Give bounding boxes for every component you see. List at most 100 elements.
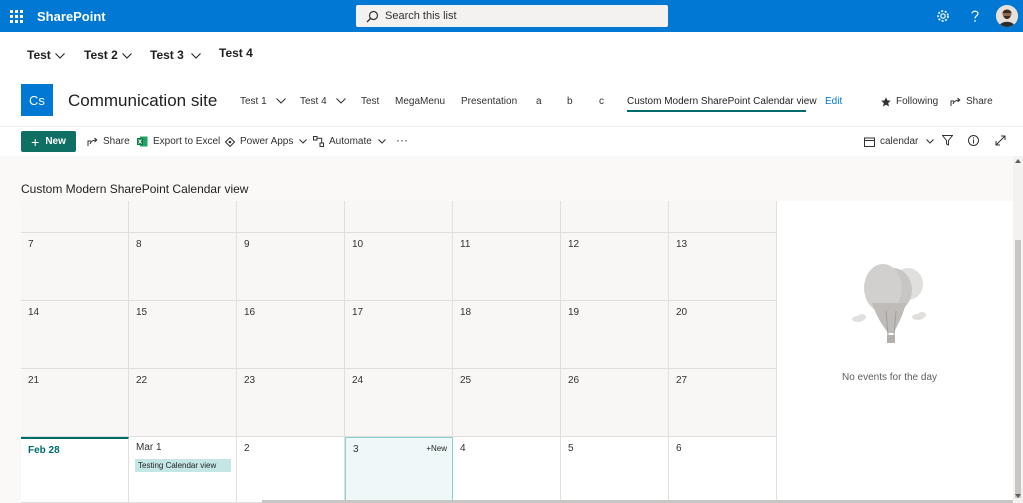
vertical-scrollbar[interactable] xyxy=(1013,156,1023,503)
site-title[interactable]: Communication site xyxy=(68,91,217,111)
calendar-day-cell[interactable]: 21 xyxy=(21,369,129,437)
calendar-day-cell[interactable]: 15 xyxy=(129,301,237,369)
new-event-label: New xyxy=(430,444,447,453)
brand-name[interactable]: SharePoint xyxy=(37,9,106,24)
site-nav-item-a[interactable]: a xyxy=(536,96,542,107)
calendar-day-cell-selected[interactable]: 3 +New xyxy=(345,437,453,503)
calendar-day-cell[interactable]: 27 xyxy=(669,369,777,437)
site-nav-item-test[interactable]: Test xyxy=(361,96,379,107)
calendar-day-cell[interactable]: 26 xyxy=(561,369,669,437)
calendar-week-row: Feb 28 Mar 1 Testing Calendar view 2 3 +… xyxy=(21,437,777,503)
calendar-day-cell[interactable]: 5 xyxy=(561,437,669,503)
site-logo[interactable]: Cs xyxy=(21,84,53,116)
view-title: Custom Modern SharePoint Calendar view xyxy=(21,182,249,196)
plus-icon: + xyxy=(31,133,40,150)
calendar-day-cell[interactable]: 14 xyxy=(21,301,129,369)
calendar-event[interactable]: Testing Calendar view xyxy=(135,459,231,472)
calendar-day-cell[interactable]: 25 xyxy=(453,369,561,437)
calendar-day-cell[interactable]: 7 xyxy=(21,233,129,301)
following-button[interactable]: Following xyxy=(881,96,938,107)
scroll-down-icon[interactable] xyxy=(1015,494,1021,498)
day-number: Mar 1 xyxy=(136,442,162,453)
new-event-button[interactable]: +New xyxy=(426,444,447,453)
scroll-up-icon[interactable] xyxy=(1015,159,1021,163)
day-number: 24 xyxy=(352,375,364,386)
share-icon xyxy=(950,97,961,107)
calendar-day-cell[interactable]: 12 xyxy=(561,233,669,301)
calendar-day-cell[interactable]: 9 xyxy=(237,233,345,301)
new-item-button[interactable]: + New xyxy=(21,131,76,152)
hot-air-balloon-illustration xyxy=(850,263,930,350)
site-nav-item-test-1[interactable]: Test 1 xyxy=(240,96,286,107)
calendar-day-cell[interactable]: 8 xyxy=(129,233,237,301)
calendar-day-cell[interactable] xyxy=(237,201,345,233)
calendar-day-cell[interactable] xyxy=(453,201,561,233)
scrollbar-thumb[interactable] xyxy=(1015,240,1021,498)
site-nav-item-presentation[interactable]: Presentation xyxy=(461,96,517,107)
day-number: 26 xyxy=(568,375,580,386)
calendar-day-cell[interactable] xyxy=(345,201,453,233)
filter-icon[interactable] xyxy=(942,135,953,146)
search-input[interactable] xyxy=(385,10,655,22)
calendar-day-cell[interactable]: 4 xyxy=(453,437,561,503)
hub-nav-item-test-3[interactable]: Test 3 xyxy=(150,48,201,62)
day-number: 7 xyxy=(28,239,34,250)
calendar-day-cell[interactable]: 18 xyxy=(453,301,561,369)
excel-icon xyxy=(137,136,148,147)
day-number: 16 xyxy=(244,307,256,318)
calendar-day-cell[interactable]: 16 xyxy=(237,301,345,369)
day-number: 17 xyxy=(352,307,364,318)
calendar-day-cell[interactable] xyxy=(561,201,669,233)
help-icon[interactable] xyxy=(967,8,983,24)
search-box[interactable] xyxy=(356,5,668,27)
hub-nav-item-test[interactable]: Test xyxy=(27,48,65,62)
export-to-excel-button[interactable]: Export to Excel xyxy=(137,136,220,147)
no-events-message: No events for the day xyxy=(841,372,938,383)
day-number: 23 xyxy=(244,375,256,386)
calendar-day-cell[interactable] xyxy=(669,201,777,233)
settings-gear-icon[interactable] xyxy=(935,8,951,24)
more-options-icon[interactable]: ··· xyxy=(396,133,408,147)
share-list-button[interactable]: Share xyxy=(87,136,130,147)
day-number: 3 xyxy=(353,444,359,455)
calendar-day-cell[interactable]: 23 xyxy=(237,369,345,437)
calendar-day-cell[interactable] xyxy=(129,201,237,233)
calendar-day-cell[interactable]: 22 xyxy=(129,369,237,437)
chevron-down-icon xyxy=(926,136,935,147)
site-nav-item-b[interactable]: b xyxy=(567,96,573,107)
calendar-day-cell[interactable]: 6 xyxy=(669,437,777,503)
calendar-day-cell[interactable] xyxy=(21,201,129,233)
chevron-down-icon xyxy=(275,96,286,107)
site-nav-item-c[interactable]: c xyxy=(599,96,604,107)
calendar-day-cell[interactable]: 20 xyxy=(669,301,777,369)
hub-nav-item-test-4[interactable]: Test 4 xyxy=(219,46,253,60)
calendar-day-cell[interactable]: Mar 1 Testing Calendar view xyxy=(129,437,237,503)
power-apps-menu[interactable]: Power Apps xyxy=(225,136,308,147)
calendar-day-cell[interactable]: 19 xyxy=(561,301,669,369)
user-avatar[interactable] xyxy=(996,5,1018,27)
share-site-button[interactable]: Share xyxy=(950,96,993,107)
calendar-day-cell[interactable]: 17 xyxy=(345,301,453,369)
calendar-day-cell[interactable]: 11 xyxy=(453,233,561,301)
app-launcher-icon[interactable] xyxy=(6,4,26,28)
hub-nav-item-test-2[interactable]: Test 2 xyxy=(84,48,132,62)
share-icon xyxy=(87,137,98,147)
calendar-day-cell[interactable]: 2 xyxy=(237,437,345,503)
view-switcher[interactable]: calendar xyxy=(864,136,935,147)
calendar-day-cell[interactable]: 24 xyxy=(345,369,453,437)
share-label: Share xyxy=(103,136,130,147)
automate-menu[interactable]: Automate xyxy=(313,136,386,147)
calendar-day-cell[interactable]: Feb 28 xyxy=(21,437,129,503)
day-number: 5 xyxy=(568,443,574,454)
site-nav-item-megamenu[interactable]: MegaMenu xyxy=(395,96,445,107)
calendar-day-cell[interactable]: 10 xyxy=(345,233,453,301)
following-label: Following xyxy=(896,96,939,107)
expand-icon[interactable] xyxy=(995,135,1006,146)
calendar-day-cell[interactable]: 13 xyxy=(669,233,777,301)
site-nav-item-calendar-view[interactable]: Custom Modern SharePoint Calendar view xyxy=(627,96,817,107)
site-nav-edit-link[interactable]: Edit xyxy=(825,96,842,107)
site-nav-item-test-4[interactable]: Test 4 xyxy=(300,96,346,107)
calendar-week-row xyxy=(21,201,777,233)
info-icon[interactable] xyxy=(968,135,979,146)
site-nav-label: Test 1 xyxy=(240,96,267,107)
